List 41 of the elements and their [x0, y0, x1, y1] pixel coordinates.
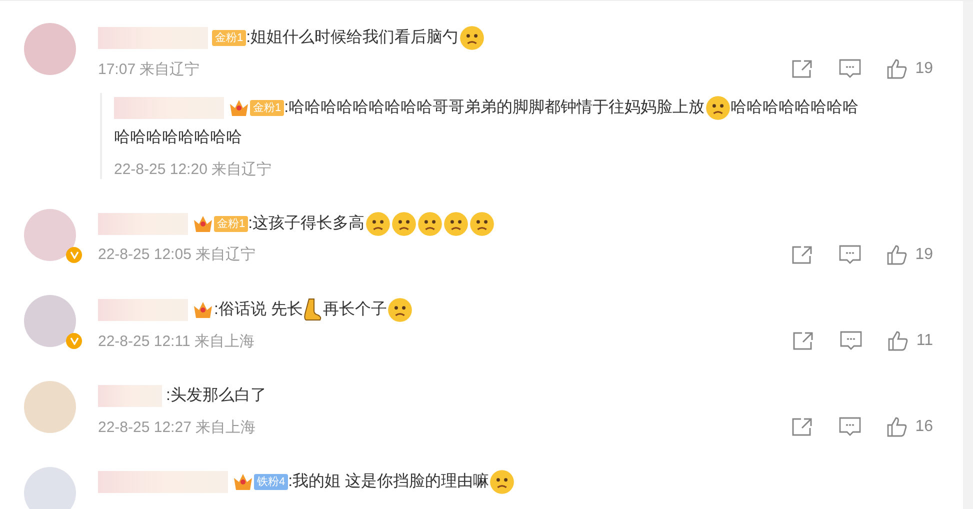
- like-button[interactable]: 16: [887, 417, 933, 438]
- share-button[interactable]: [791, 417, 814, 438]
- emoji-face-icon: [468, 210, 495, 237]
- emoji-face-icon: [416, 210, 443, 237]
- share-button[interactable]: [792, 331, 814, 352]
- comment-text: 哈哈哈哈哈哈哈哈: [114, 129, 242, 146]
- like-button[interactable]: 19: [887, 244, 933, 265]
- emoji-face-icon: [386, 296, 413, 323]
- comment-meta: 17:07 来自辽宁: [98, 60, 200, 79]
- foot-icon: [302, 298, 323, 322]
- fan-badge: 金粉1: [212, 30, 246, 46]
- emoji-face-icon: [704, 95, 731, 122]
- comment-button[interactable]: [839, 417, 862, 438]
- blurred-username: [98, 385, 162, 408]
- comment-meta: 22-8-25 12:11 来自上海: [98, 332, 254, 351]
- emoji-face-icon: [442, 210, 469, 237]
- comment-text: :这孩子得长多高: [248, 214, 365, 232]
- share-button[interactable]: [791, 244, 814, 265]
- comment-text: :姐姐什么时候给我们看后脑勺: [246, 29, 459, 46]
- fan-badge: 金粉1: [250, 100, 284, 116]
- comment-text: :哈哈哈哈哈哈哈哈哈哥哥弟弟的脚脚都钟情于往妈妈脸上放: [284, 99, 705, 116]
- comment-button[interactable]: [839, 59, 862, 80]
- comment-text: :头发那么白了: [166, 387, 266, 404]
- fan-badge: 铁粉4: [254, 474, 288, 490]
- comment-button[interactable]: [839, 244, 862, 265]
- emoji-face-icon: [390, 210, 417, 237]
- like-button[interactable]: 11: [888, 331, 933, 352]
- comment-text: :我的姐 这是你挡脸的理由嘛: [288, 473, 490, 490]
- reply-meta: 22-8-25 12:20 来自辽宁: [114, 160, 272, 179]
- comment-button[interactable]: [840, 331, 862, 352]
- comment-text: :俗话说 先长: [214, 300, 303, 318]
- fan-badge: 金粉1: [214, 216, 248, 232]
- comment-meta: 22-8-25 12:27 来自上海: [98, 418, 256, 437]
- comment-text: 再长个子: [322, 300, 387, 318]
- emoji-face-icon: [489, 469, 516, 496]
- emoji-face-icon: [364, 210, 391, 237]
- comment-meta: 22-8-25 12:05 来自辽宁: [98, 245, 256, 264]
- emoji-face-icon: [458, 25, 485, 51]
- share-button[interactable]: [791, 59, 814, 80]
- comment-text: 哈哈哈哈哈哈哈哈: [730, 99, 859, 116]
- like-button[interactable]: 19: [887, 59, 933, 80]
